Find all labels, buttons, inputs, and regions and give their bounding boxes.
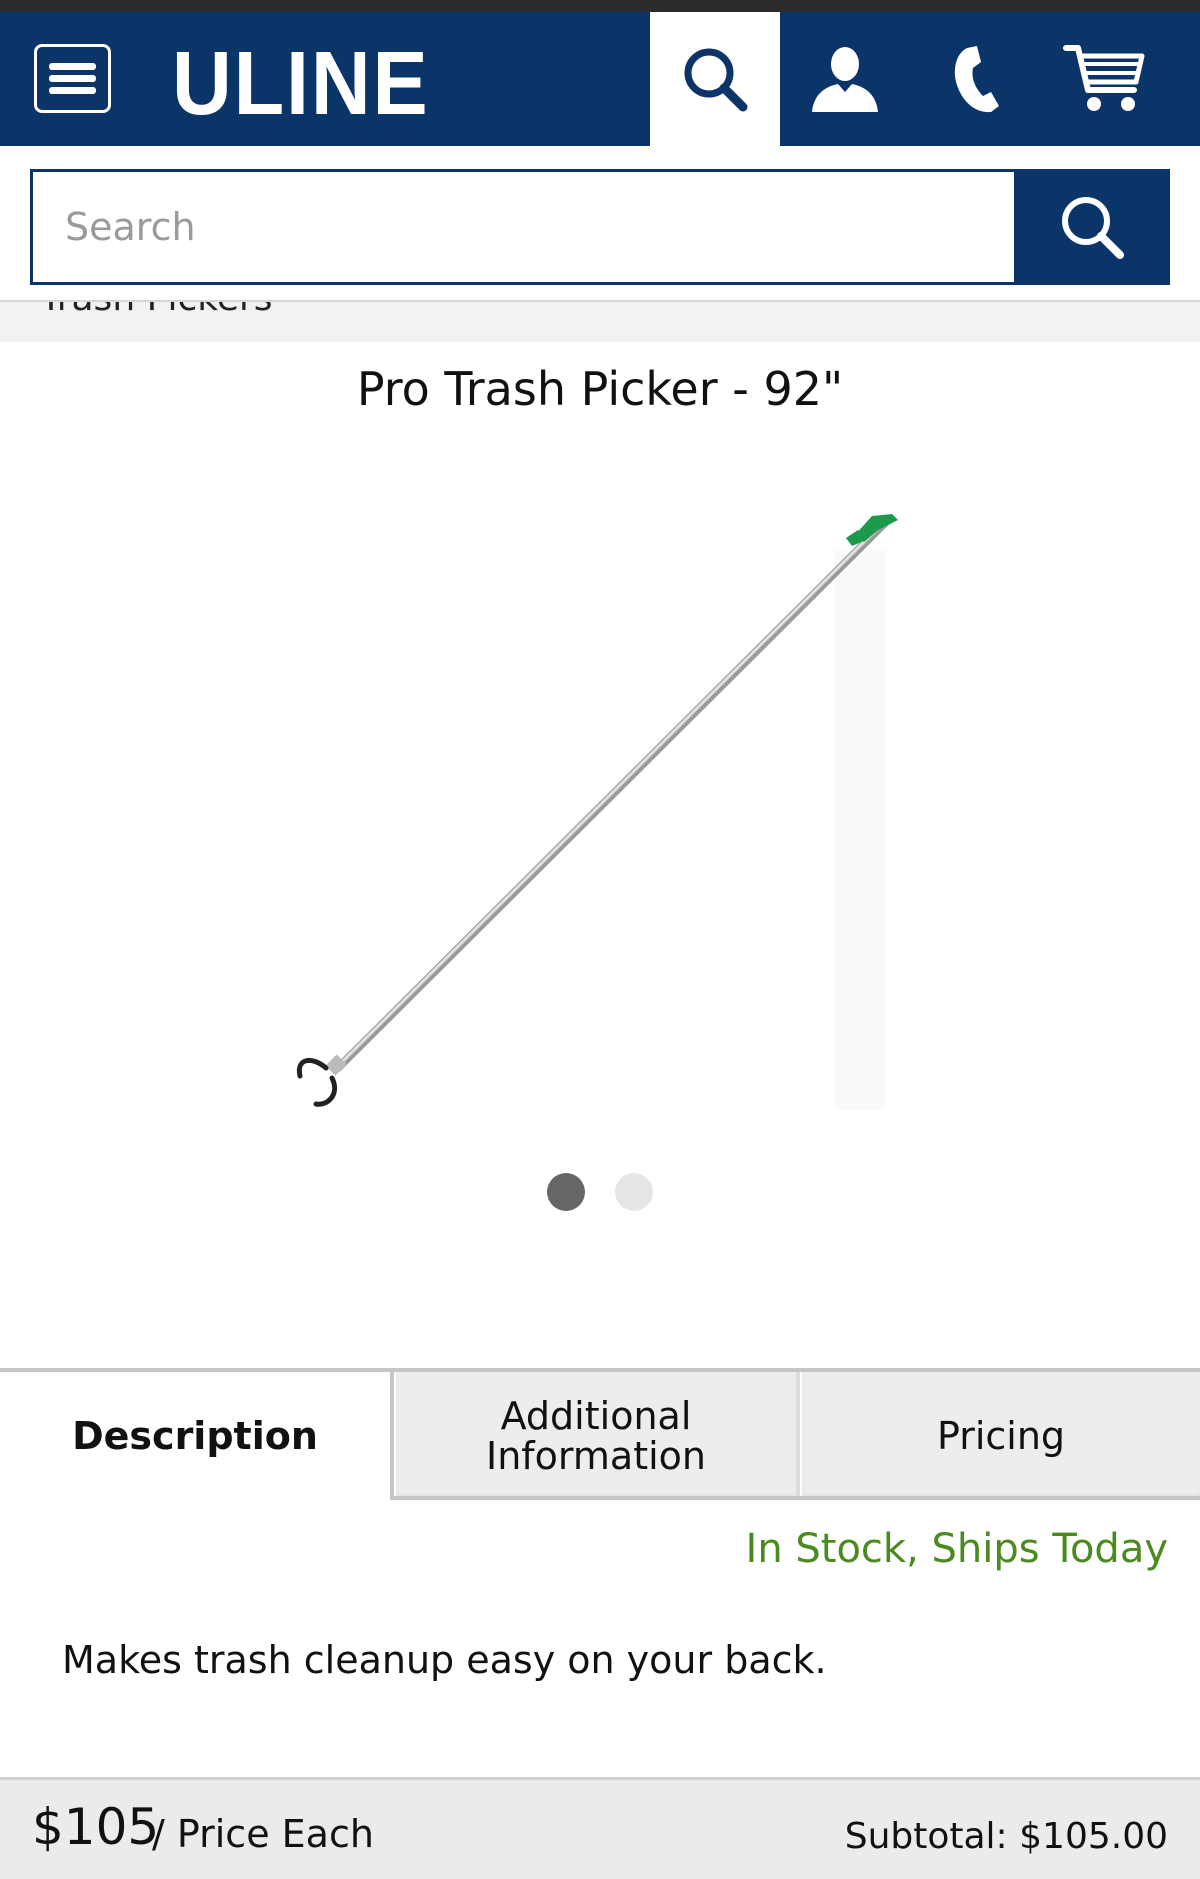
user-icon <box>812 47 878 112</box>
price-unit: / Price Each <box>152 1812 374 1856</box>
breadcrumb[interactable]: Trash Pickers <box>0 300 1200 342</box>
search-bar <box>30 169 1170 285</box>
subtotal: Subtotal: $105.00 <box>844 1816 1168 1857</box>
uline-logo[interactable]: ULINE <box>172 34 430 134</box>
header-search-button[interactable] <box>650 12 780 146</box>
tab-pricing[interactable]: Pricing <box>802 1372 1200 1500</box>
carousel-dot-1[interactable] <box>547 1173 585 1211</box>
menu-button[interactable] <box>34 44 111 113</box>
menu-icon-bar <box>49 75 96 82</box>
search-icon <box>1062 197 1124 259</box>
price-value: $105 <box>32 1798 160 1856</box>
site-header: ULINE <box>0 12 1200 146</box>
menu-icon-bar <box>49 63 96 70</box>
product-tabs: Description Additional Information Prici… <box>0 1368 1200 1500</box>
menu-icon-bar <box>49 87 96 94</box>
search-input[interactable] <box>33 172 1015 282</box>
account-button[interactable] <box>780 12 910 146</box>
price-footer: $105 / Price Each Subtotal: $105.00 <box>0 1777 1200 1879</box>
product-title: Pro Trash Picker - 92" <box>356 362 844 416</box>
tab-additional-information[interactable]: Additional Information <box>396 1372 800 1500</box>
cart-button[interactable] <box>1040 12 1170 146</box>
tab-divider <box>394 1496 1200 1500</box>
status-strip <box>0 0 1200 12</box>
product-description: Makes trash cleanup easy on your back. <box>62 1638 827 1682</box>
product-image[interactable] <box>280 490 930 1130</box>
cart-icon <box>1063 45 1145 111</box>
carousel-dot-2[interactable] <box>615 1173 653 1211</box>
phone-icon <box>954 46 999 113</box>
tab-description[interactable]: Description <box>0 1372 394 1500</box>
availability-status: In Stock, Ships Today <box>745 1526 1168 1572</box>
breadcrumb-label: Trash Pickers <box>40 302 273 319</box>
search-icon <box>650 12 780 146</box>
image-carousel-dots <box>0 1173 1200 1211</box>
trash-picker-image <box>296 514 898 1110</box>
search-submit-button[interactable] <box>1014 169 1170 285</box>
phone-button[interactable] <box>910 12 1040 146</box>
tab-additional-information-label: Additional Information <box>486 1394 706 1478</box>
